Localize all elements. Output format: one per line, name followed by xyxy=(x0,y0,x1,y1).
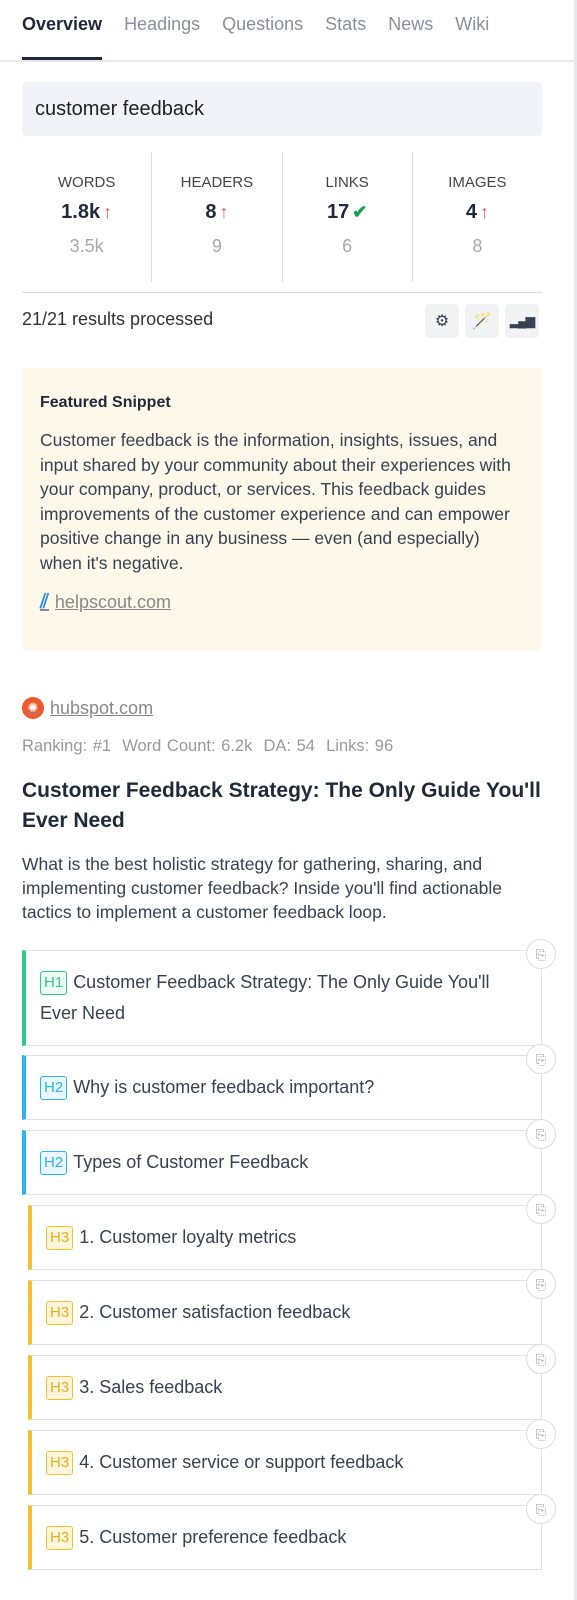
magic-wand-button[interactable]: 🪄 xyxy=(465,304,499,338)
result-description: What is the best holistic strategy for g… xyxy=(22,854,503,922)
snippet-source-link[interactable]: ⫽ helpscout.com xyxy=(40,591,524,614)
settings-button[interactable]: ⚙ xyxy=(425,304,459,338)
stat-value: 4 ↑ xyxy=(413,201,542,224)
copy-button[interactable]: ⎘ xyxy=(526,939,556,969)
stat-compare: 6 xyxy=(342,236,353,256)
results-processed: 21/21 results processed xyxy=(22,309,214,329)
copy-icon: ⎘ xyxy=(535,1351,547,1367)
heading-level-badge: H1 xyxy=(40,971,68,995)
tab-overview[interactable]: Overview xyxy=(22,0,103,60)
stats-panel: WORDS 1.8k ↑ 3.5k HEADERS 8 ↑ 9 LINKS 17 ✔ 6I… xyxy=(22,152,542,282)
copy-icon: ⎘ xyxy=(535,1051,547,1067)
tab-bar: Overview Headings Questions Stats News W… xyxy=(0,0,574,62)
stat-compare: 3.5k xyxy=(69,236,104,256)
stat-value-text: 8 xyxy=(205,201,217,223)
stat-compare: 9 xyxy=(211,236,222,256)
heading-item[interactable]: H2 Types of Customer Feedback ⎘ xyxy=(22,1119,556,1195)
snippet-heading: Featured Snippet xyxy=(40,394,171,411)
heading-text: 2. Customer satisfaction feedback xyxy=(79,1302,351,1322)
stat-label: LINKS xyxy=(325,174,369,191)
copy-button[interactable]: ⎘ xyxy=(526,1044,556,1074)
heading-level-badge: H3 xyxy=(46,1526,74,1550)
heading-level-badge: H3 xyxy=(46,1301,74,1325)
heading-level-badge: H2 xyxy=(40,1076,68,1100)
keyword-field[interactable]: customer feedback xyxy=(22,82,542,136)
stat-value: 1.8k ↑ xyxy=(22,201,151,224)
copy-icon: ⎘ xyxy=(535,1201,547,1217)
stat-compare: 8 xyxy=(472,236,483,256)
heading-text: 3. Sales feedback xyxy=(79,1377,223,1397)
magic-wand-icon: 🪄 xyxy=(472,313,492,330)
heading-item[interactable]: H3 2. Customer satisfaction feedback ⎘ xyxy=(28,1269,556,1345)
snippet-text: Customer feedback is the information, in… xyxy=(40,430,511,573)
stat-headers: HEADERS 8 ↑ 9 xyxy=(151,152,281,282)
copy-button[interactable]: ⎘ xyxy=(526,1419,556,1449)
stat-value-text: 1.8k xyxy=(61,201,101,223)
bar-chart-icon: ▂▄▆ xyxy=(510,314,535,328)
copy-icon: ⎘ xyxy=(535,1126,547,1142)
stat-value-text: 4 xyxy=(465,201,477,223)
stat-value: 17 ✔ xyxy=(283,201,412,224)
tab-headings[interactable]: Headings xyxy=(124,0,200,60)
result-title: Customer Feedback Strategy: The Only Gui… xyxy=(22,779,541,832)
copy-button[interactable]: ⎘ xyxy=(526,1494,556,1524)
heading-item[interactable]: H3 1. Customer loyalty metrics ⎘ xyxy=(28,1194,556,1270)
heading-text: 1. Customer loyalty metrics xyxy=(79,1227,297,1247)
tab-news[interactable]: News xyxy=(388,0,433,60)
divider xyxy=(22,292,542,293)
check-icon: ✔ xyxy=(352,202,368,222)
gear-icon: ⚙ xyxy=(434,313,450,330)
result-source-link[interactable]: ✺ hubspot.com xyxy=(22,697,153,719)
hubspot-logo-icon: ✺ xyxy=(22,697,44,719)
stat-value-text: 17 xyxy=(326,201,350,223)
arrow-up-icon: ↑ xyxy=(219,202,229,222)
featured-snippet: Featured Snippet Customer feedback is th… xyxy=(22,368,542,650)
heading-text: Why is customer feedback important? xyxy=(73,1077,375,1097)
copy-icon: ⎘ xyxy=(535,1426,547,1442)
stat-label: IMAGES xyxy=(448,174,507,191)
heading-text: 4. Customer service or support feedback xyxy=(79,1452,404,1472)
heading-level-badge: H3 xyxy=(46,1376,74,1400)
copy-button[interactable]: ⎘ xyxy=(526,1194,556,1224)
result-meta: Ranking: #1 Word Count: 6.2k DA: 54 Link… xyxy=(22,737,394,755)
copy-icon: ⎘ xyxy=(535,1501,547,1517)
copy-button[interactable]: ⎘ xyxy=(526,1269,556,1299)
copy-button[interactable]: ⎘ xyxy=(526,1119,556,1149)
heading-level-badge: H2 xyxy=(40,1151,68,1175)
heading-item[interactable]: H3 4. Customer service or support feedbac… xyxy=(28,1419,556,1495)
tab-stats[interactable]: Stats xyxy=(325,0,366,60)
heading-item[interactable]: H3 5. Customer preference feedback ⎘ xyxy=(28,1494,556,1570)
heading-text: Customer Feedback Strategy: The Only Gui… xyxy=(40,972,490,1023)
copy-icon: ⎘ xyxy=(535,946,547,962)
tab-questions[interactable]: Questions xyxy=(222,0,303,60)
heading-item[interactable]: H3 3. Sales feedback ⎘ xyxy=(28,1344,556,1420)
tab-wiki[interactable]: Wiki xyxy=(455,0,489,60)
stat-images: IMAGES 4 ↑ 8 xyxy=(411,152,542,282)
heading-text: 5. Customer preference feedback xyxy=(79,1527,347,1547)
heading-item[interactable]: H1 Customer Feedback Strategy: The Only G… xyxy=(22,939,556,1046)
heading-text: Types of Customer Feedback xyxy=(73,1152,309,1172)
stat-links: LINKS 17 ✔ 6 xyxy=(281,152,412,282)
toolbar: ⚙ 🪄 ▂▄▆ xyxy=(425,304,539,338)
copy-icon: ⎘ xyxy=(535,1276,547,1292)
chart-button[interactable]: ▂▄▆ xyxy=(505,304,539,338)
stat-value: 8 ↑ xyxy=(152,201,281,224)
heading-item[interactable]: H2 Why is customer feedback important? ⎘ xyxy=(22,1044,556,1120)
arrow-up-icon: ↑ xyxy=(479,202,489,222)
stat-label: WORDS xyxy=(57,174,116,191)
helpscout-logo-icon: ⫽ xyxy=(40,591,49,613)
heading-level-badge: H3 xyxy=(46,1451,74,1475)
copy-button[interactable]: ⎘ xyxy=(526,1344,556,1374)
arrow-up-icon: ↑ xyxy=(103,202,113,222)
heading-level-badge: H3 xyxy=(46,1226,74,1250)
stat-label: HEADERS xyxy=(180,174,254,191)
stat-words: WORDS 1.8k ↑ 3.5k xyxy=(22,152,151,282)
